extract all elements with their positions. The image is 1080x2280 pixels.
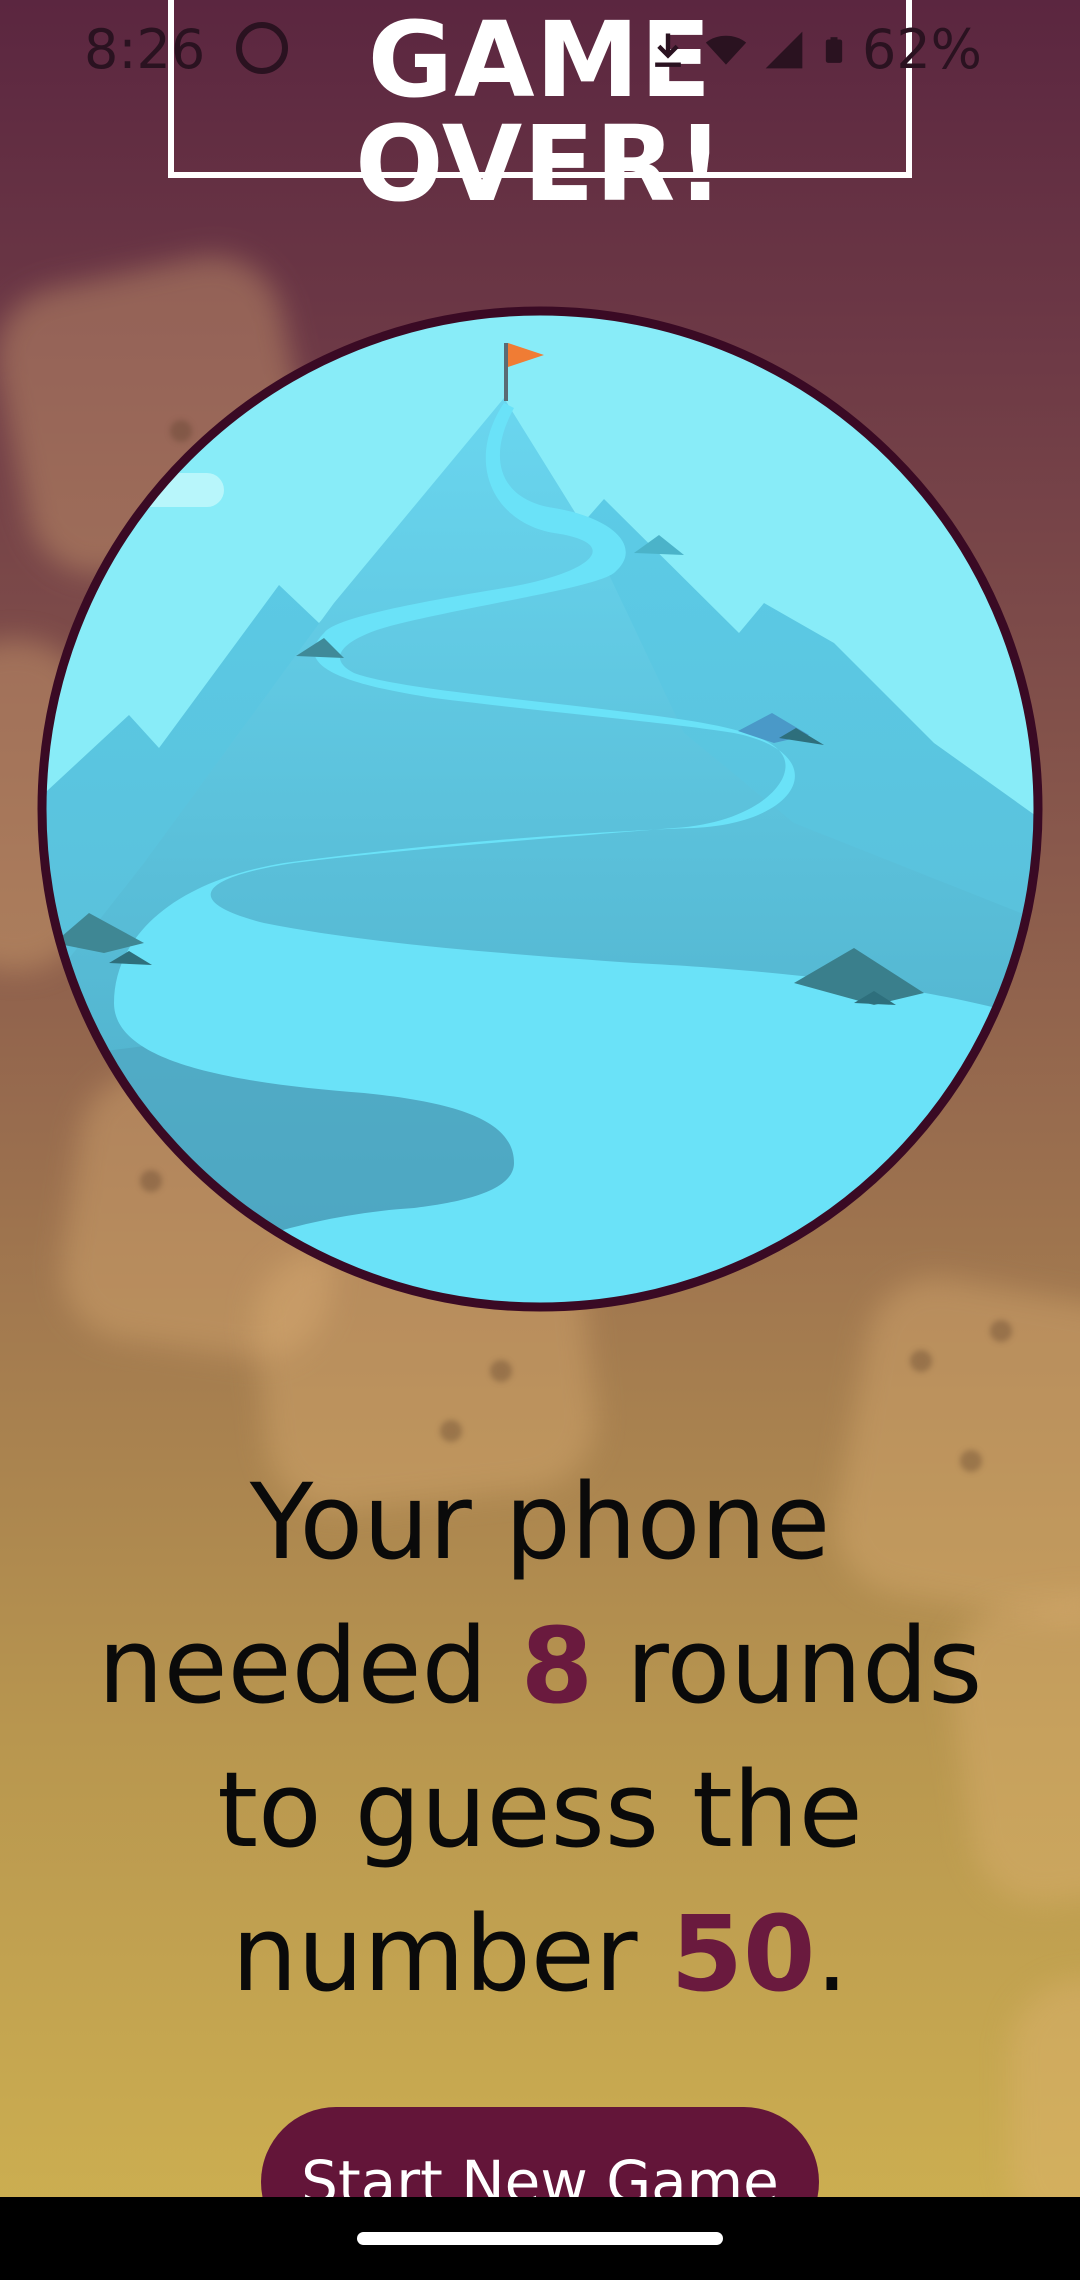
result-text-segment: rounds xyxy=(593,1605,983,1727)
google-g-icon xyxy=(236,22,288,74)
wifi-icon xyxy=(705,35,747,65)
result-line: number 50. xyxy=(60,1882,1020,2026)
rounds-count: 8 xyxy=(520,1605,594,1727)
background-die-pip xyxy=(440,1420,462,1442)
result-line: Your phone xyxy=(60,1450,1020,1594)
result-line-3: to guess the xyxy=(217,1749,863,1871)
background-die-pip xyxy=(910,1350,932,1372)
home-indicator[interactable] xyxy=(357,2232,723,2245)
result-line-1: Your phone xyxy=(249,1461,831,1583)
background-die-pip xyxy=(490,1360,512,1382)
background-die-pip xyxy=(990,1320,1012,1342)
result-line: needed 8 rounds xyxy=(60,1594,1020,1738)
result-text-segment: . xyxy=(815,1893,849,2015)
result-text-segment: needed xyxy=(97,1605,521,1727)
result-line: to guess the xyxy=(60,1738,1020,1882)
status-bar: 8:26 62% xyxy=(0,0,1080,100)
battery-icon xyxy=(825,36,843,63)
status-icons: 62% xyxy=(646,18,982,81)
signal-icon xyxy=(765,31,803,68)
download-icon xyxy=(655,33,681,67)
guessed-number: 50 xyxy=(670,1893,816,2015)
result-text-segment: number xyxy=(231,1893,671,2015)
game-over-screen: 8:26 62% GAME OVER! Your phone needed 8 … xyxy=(0,0,1080,2280)
mountain-summit-illustration xyxy=(37,306,1043,1312)
result-message: Your phone needed 8 rounds to guess the … xyxy=(60,1450,1020,2026)
battery-percent: 62% xyxy=(861,18,982,81)
navigation-bar xyxy=(0,2197,1080,2280)
status-time: 8:26 xyxy=(84,18,206,81)
